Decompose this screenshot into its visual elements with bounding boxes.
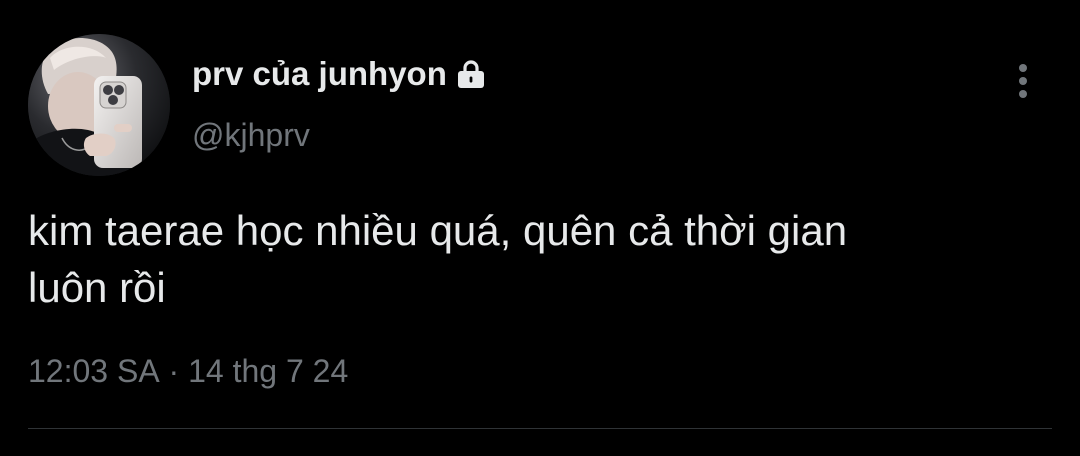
meta-separator: · — [159, 353, 189, 389]
tweet-date[interactable]: 14 thg 7 24 — [188, 353, 348, 390]
handle[interactable]: @kjhprv — [192, 117, 310, 154]
tweet-timestamp[interactable]: 12:03 SA · 14 thg 7 24 — [28, 353, 348, 390]
avatar[interactable] — [28, 34, 170, 176]
tweet-time[interactable]: 12:03 SA — [28, 353, 160, 390]
more-vertical-icon — [1019, 64, 1027, 98]
tweet-text: kim taerae học nhiều quá, quên cả thời g… — [28, 207, 848, 311]
lock-icon — [457, 59, 485, 89]
more-options-button[interactable] — [1006, 60, 1040, 102]
avatar-image — [28, 34, 170, 176]
divider — [28, 428, 1052, 429]
display-name[interactable]: prv của junhyon — [192, 55, 447, 93]
display-name-row[interactable]: prv của junhyon — [192, 52, 485, 96]
